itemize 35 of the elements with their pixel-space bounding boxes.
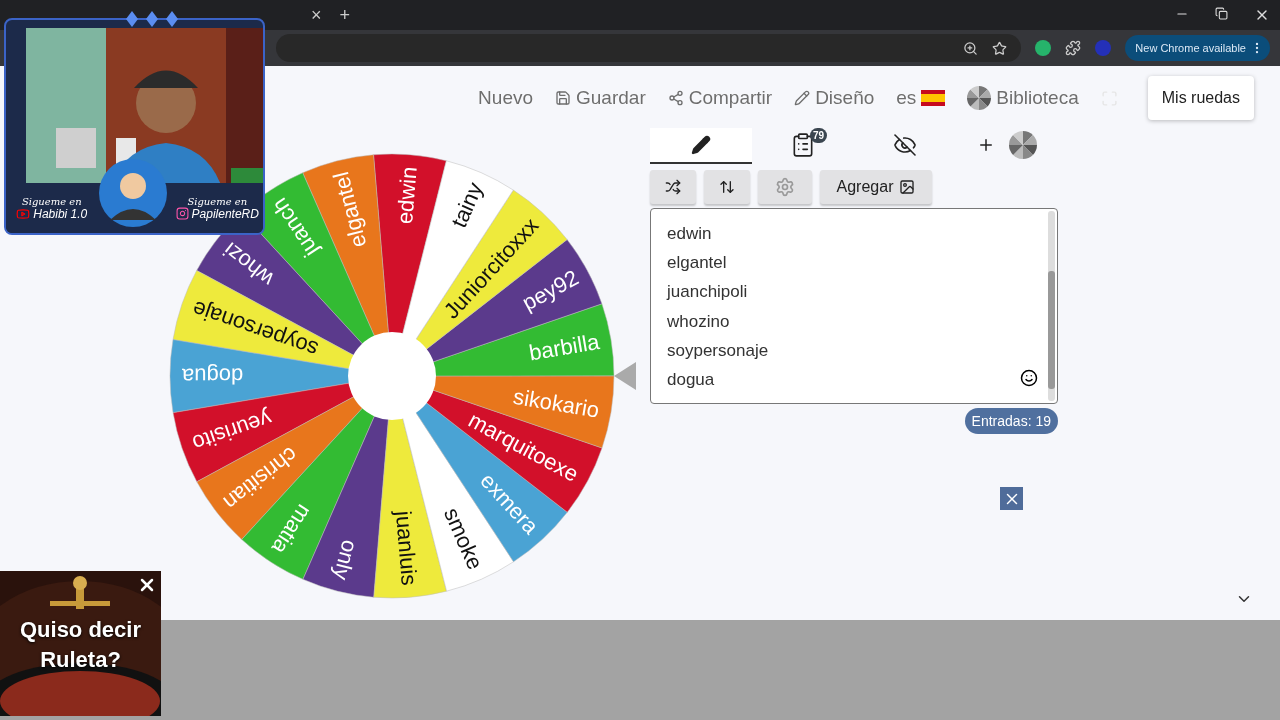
entry-text: elgantel: [667, 252, 727, 275]
wheel-label: sikokario: [511, 383, 602, 423]
nav-link[interactable]: Diseño: [794, 87, 875, 109]
update-button[interactable]: New Chrome available: [1125, 35, 1270, 61]
nav-link[interactable]: Compartir: [667, 87, 773, 109]
ad-text: Ruleta?: [40, 646, 121, 674]
wheel-label: juanluis: [390, 509, 422, 587]
channel-handle: Habibi 1.0: [16, 206, 88, 221]
channel-label: Sigueme en: [21, 195, 82, 207]
channel-handle: PapilenteRD: [175, 206, 259, 221]
wheel-label: smoke: [438, 503, 488, 574]
wheel-label: elgantel: [328, 169, 372, 251]
new-tab-button[interactable]: +: [339, 4, 351, 26]
ad-text: Quiso decir: [19, 616, 141, 644]
wheel-label: dogua: [182, 363, 244, 389]
nav-link[interactable]: es: [896, 87, 946, 109]
entry-text: edwin: [667, 223, 712, 245]
nav-link[interactable]: Biblioteca: [967, 86, 1079, 110]
my-wheels-button[interactable]: Mis ruedas: [1147, 76, 1254, 120]
panel-tab[interactable]: 79: [752, 128, 854, 164]
wheel-label: edwin: [392, 165, 422, 225]
entries-count: Entradas: 19: [964, 408, 1058, 434]
entries-field[interactable]: edwin elgantel juanchipoli whozino soypersonaje dogua: [650, 208, 1058, 404]
entry-text: whozino: [667, 310, 730, 333]
nav-link[interactable]: Guardar: [555, 87, 646, 109]
channel-label: Sigueme en: [187, 195, 248, 207]
entry-text: juanchipoli: [667, 281, 748, 304]
tool-button[interactable]: Agregar: [820, 170, 932, 204]
entry-text: soypersonaje: [667, 339, 769, 362]
wheel-label: only: [328, 537, 363, 583]
count-badge: 79: [810, 128, 828, 143]
wheel-label: barbilla: [527, 328, 602, 366]
entry-text: dogua: [667, 369, 715, 391]
nav-link[interactable]: Nuevo: [478, 87, 533, 109]
tab-close-button[interactable]: ×: [311, 4, 322, 26]
